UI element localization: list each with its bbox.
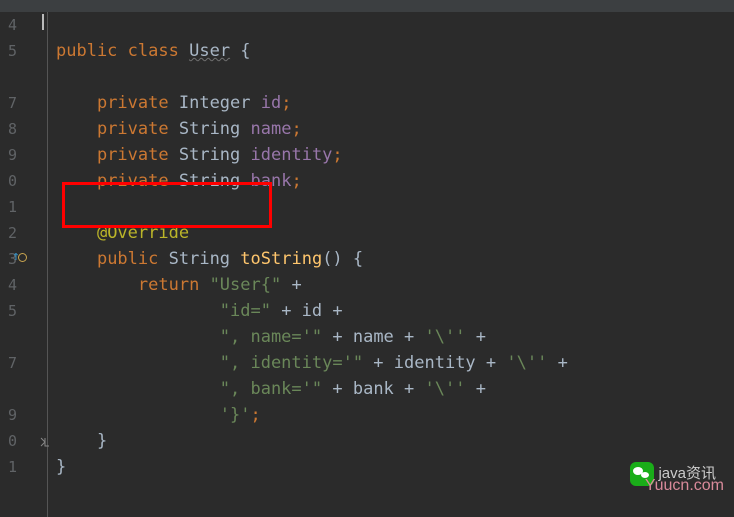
code-line: } xyxy=(56,428,734,454)
line-number: 0 xyxy=(8,168,17,194)
code-line: public class User { xyxy=(56,38,734,64)
code-line: ", identity='" + identity + '\'' + xyxy=(56,350,734,376)
editor-container: 4 5 7 8 9 0 1 2 3 4 5 7 9 0 1 ↑ pu xyxy=(0,12,734,517)
code-line: public String toString() { xyxy=(56,246,734,272)
code-line: "id=" + id + xyxy=(56,298,734,324)
code-line xyxy=(56,194,734,220)
code-line: ", bank='" + bank + '\'' + xyxy=(56,376,734,402)
code-line: private Integer id; xyxy=(56,90,734,116)
code-line: @Override xyxy=(56,220,734,246)
code-line: private String name; xyxy=(56,116,734,142)
line-number xyxy=(8,376,17,402)
line-number: 5 xyxy=(8,38,17,64)
line-number xyxy=(8,324,17,350)
line-number: 2 xyxy=(8,220,17,246)
line-number: 8 xyxy=(8,116,17,142)
watermark-text: Yuucn.com xyxy=(645,473,724,499)
line-number: 7 xyxy=(8,90,17,116)
line-number: 0 xyxy=(8,428,17,454)
line-number: 5 xyxy=(8,298,17,324)
line-number xyxy=(8,64,17,90)
line-number: 7 xyxy=(8,350,17,376)
code-area[interactable]: public class User { private Integer id; … xyxy=(48,12,734,517)
code-line xyxy=(56,12,734,38)
line-number: 1 xyxy=(8,454,17,480)
gutter[interactable]: 4 5 7 8 9 0 1 2 3 4 5 7 9 0 1 ↑ xyxy=(0,12,48,517)
override-gutter-icon[interactable]: ↑ xyxy=(12,244,27,270)
tab-bar xyxy=(0,0,734,12)
line-number: 9 xyxy=(8,142,17,168)
line-number: 4 xyxy=(8,272,17,298)
circle-icon xyxy=(18,253,27,262)
line-number: 4 xyxy=(8,12,17,38)
code-line: private String identity; xyxy=(56,142,734,168)
code-line: ", name='" + name + '\'' + xyxy=(56,324,734,350)
code-line: private String bank; xyxy=(56,168,734,194)
code-line: return "User{" + xyxy=(56,272,734,298)
code-line xyxy=(56,64,734,90)
line-number: 1 xyxy=(8,194,17,220)
line-number: 9 xyxy=(8,402,17,428)
caret-marker xyxy=(42,14,44,30)
code-line: '}'; xyxy=(56,402,734,428)
